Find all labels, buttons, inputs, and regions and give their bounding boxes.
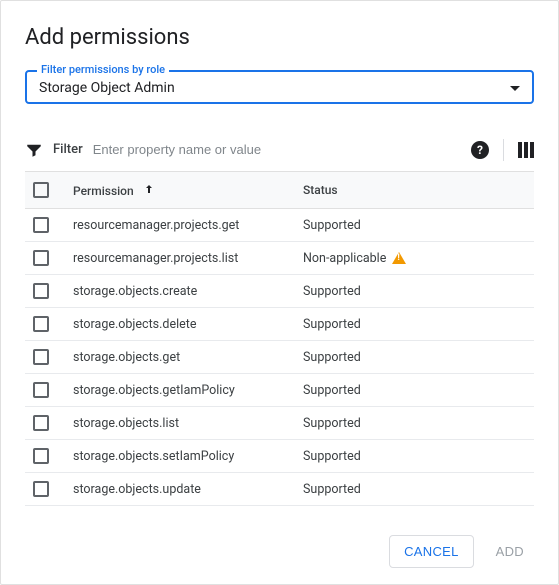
status-cell: Supported [295, 374, 534, 407]
permission-cell: storage.objects.list [65, 407, 295, 440]
add-permissions-dialog: Add permissions Filter permissions by ro… [1, 1, 558, 506]
table-row: storage.objects.getSupported [25, 341, 534, 374]
permission-cell: storage.objects.delete [65, 308, 295, 341]
status-cell: Supported [295, 308, 534, 341]
filter-icon[interactable] [25, 141, 43, 159]
filter-label: Filter [53, 142, 83, 157]
role-filter-select[interactable]: Filter permissions by role Storage Objec… [25, 70, 534, 104]
dialog-title: Add permissions [25, 25, 534, 50]
permission-cell: storage.objects.getIamPolicy [65, 374, 295, 407]
help-icon[interactable]: ? [471, 141, 489, 159]
status-header[interactable]: Status [295, 172, 534, 209]
cancel-button[interactable]: CANCEL [389, 535, 474, 568]
permission-cell: resourcemanager.projects.get [65, 209, 295, 242]
dialog-actions: CANCEL ADD [389, 535, 538, 568]
status-cell: Supported [295, 473, 534, 506]
status-cell: Supported [295, 341, 534, 374]
role-filter-label: Filter permissions by role [37, 63, 169, 76]
permission-cell: storage.objects.create [65, 275, 295, 308]
row-checkbox[interactable] [33, 415, 49, 431]
row-checkbox[interactable] [33, 349, 49, 365]
select-all-checkbox[interactable] [33, 182, 49, 198]
add-button[interactable]: ADD [482, 535, 538, 568]
row-checkbox[interactable] [33, 481, 49, 497]
status-cell: Non-applicable [295, 242, 534, 275]
table-row: resourcemanager.projects.getSupported [25, 209, 534, 242]
row-checkbox[interactable] [33, 283, 49, 299]
table-row: resourcemanager.projects.listNon-applica… [25, 242, 534, 275]
permission-header[interactable]: Permission [65, 172, 295, 209]
table-row: storage.objects.deleteSupported [25, 308, 534, 341]
status-cell: Supported [295, 440, 534, 473]
sort-ascending-icon [143, 183, 155, 198]
filter-toolbar: Filter ? [25, 128, 534, 171]
row-checkbox[interactable] [33, 316, 49, 332]
role-filter-value: Storage Object Admin [39, 80, 175, 96]
toolbar-divider [503, 139, 504, 161]
chevron-down-icon [510, 86, 520, 91]
table-row: storage.objects.getIamPolicySupported [25, 374, 534, 407]
permissions-table: Permission Status resourcemanager.projec… [25, 171, 534, 506]
row-checkbox[interactable] [33, 382, 49, 398]
permission-cell: storage.objects.update [65, 473, 295, 506]
status-cell: Supported [295, 407, 534, 440]
filter-input[interactable] [93, 138, 461, 161]
table-row: storage.objects.listSupported [25, 407, 534, 440]
permission-cell: storage.objects.setIamPolicy [65, 440, 295, 473]
table-row: storage.objects.updateSupported [25, 473, 534, 506]
status-cell: Supported [295, 209, 534, 242]
warning-icon [392, 252, 406, 264]
row-checkbox[interactable] [33, 250, 49, 266]
permission-cell: resourcemanager.projects.list [65, 242, 295, 275]
permission-cell: storage.objects.get [65, 341, 295, 374]
row-checkbox[interactable] [33, 217, 49, 233]
row-checkbox[interactable] [33, 448, 49, 464]
status-cell: Supported [295, 275, 534, 308]
table-row: storage.objects.createSupported [25, 275, 534, 308]
columns-icon[interactable] [518, 142, 534, 158]
table-row: storage.objects.setIamPolicySupported [25, 440, 534, 473]
